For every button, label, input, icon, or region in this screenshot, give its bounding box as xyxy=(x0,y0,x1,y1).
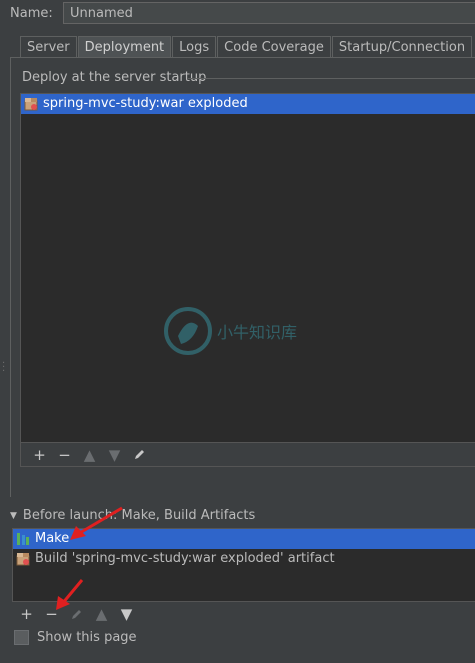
tab-logs[interactable]: Logs xyxy=(172,36,217,57)
tab-code-coverage[interactable]: Code Coverage xyxy=(217,36,331,57)
name-input[interactable] xyxy=(63,2,475,24)
deploy-artifact-list[interactable]: spring-mvc-study:war exploded xyxy=(20,93,475,443)
annotation-arrow-icon xyxy=(56,579,84,610)
watermark: 小牛知识库 xyxy=(163,306,297,356)
list-item-label: spring-mvc-study:war exploded xyxy=(43,96,248,111)
deploy-toolbar: + − ▲ ▼ xyxy=(20,443,475,467)
before-launch-header[interactable]: ▼ Before launch: Make, Build Artifacts xyxy=(10,508,255,523)
before-launch-title: Before launch: Make, Build Artifacts xyxy=(22,508,256,523)
make-icon xyxy=(15,531,31,547)
show-page-row[interactable]: Show this page xyxy=(14,630,137,645)
watermark-text: 小牛知识库 xyxy=(217,323,298,342)
tab-bar: Server Deployment Logs Code Coverage Sta… xyxy=(20,36,473,58)
annotation-arrow-icon xyxy=(70,506,123,540)
move-down-icon[interactable]: ▼ xyxy=(114,604,139,624)
tab-startup-connection[interactable]: Startup/Connection xyxy=(331,36,473,57)
add-icon[interactable]: + xyxy=(14,604,39,624)
show-page-label: Show this page xyxy=(37,630,137,645)
name-label: Name: xyxy=(10,6,53,21)
edit-icon[interactable] xyxy=(127,445,152,465)
resize-handle[interactable]: · · · xyxy=(2,359,5,377)
list-item[interactable]: spring-mvc-study:war exploded xyxy=(21,94,475,114)
artifact-icon xyxy=(23,96,39,112)
add-icon[interactable]: + xyxy=(27,445,52,465)
remove-icon[interactable]: − xyxy=(52,445,77,465)
tab-deployment[interactable]: Deployment xyxy=(77,36,172,57)
section-divider xyxy=(188,78,475,79)
list-item-label: Build 'spring-mvc-study:war exploded' ar… xyxy=(35,551,335,566)
show-page-checkbox[interactable] xyxy=(14,630,29,645)
move-up-icon[interactable]: ▲ xyxy=(77,445,102,465)
watermark-logo-icon xyxy=(164,307,212,355)
list-item[interactable]: Build 'spring-mvc-study:war exploded' ar… xyxy=(13,549,475,569)
tab-server[interactable]: Server xyxy=(20,36,77,57)
move-down-icon[interactable]: ▼ xyxy=(102,445,127,465)
artifact-icon xyxy=(15,551,31,567)
move-up-icon[interactable]: ▲ xyxy=(89,604,114,624)
deploy-section-title: Deploy at the server startup xyxy=(22,70,207,85)
expand-triangle-icon: ▼ xyxy=(10,510,17,521)
